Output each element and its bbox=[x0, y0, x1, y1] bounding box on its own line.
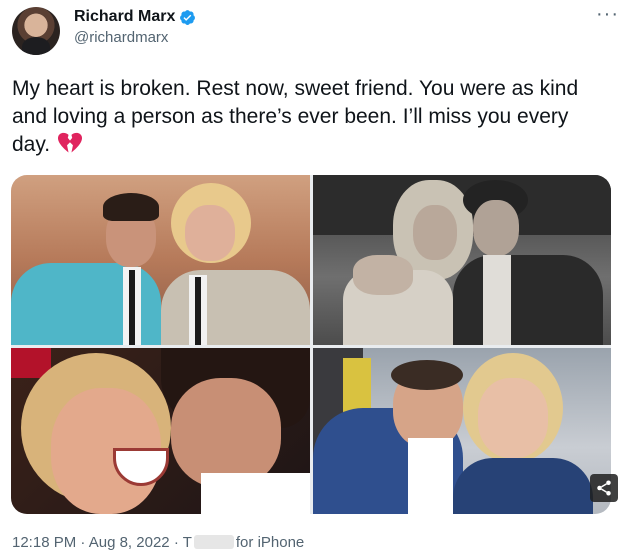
tweet-text: My heart is broken. Rest now, sweet frie… bbox=[12, 75, 612, 159]
verified-badge-icon bbox=[180, 10, 195, 25]
share-icon bbox=[597, 480, 611, 496]
media-grid[interactable] bbox=[11, 175, 611, 514]
more-options-button[interactable]: ··· bbox=[596, 4, 619, 24]
share-button[interactable] bbox=[590, 474, 618, 502]
footer-separator-2: · bbox=[173, 534, 179, 551]
client-name[interactable]: for iPhone bbox=[236, 534, 304, 551]
tweet-date[interactable]: Aug 8, 2022 bbox=[89, 534, 170, 551]
broken-heart-icon bbox=[58, 132, 83, 153]
author-name[interactable]: Richard Marx bbox=[74, 7, 175, 27]
author-handle[interactable]: @richardmarx bbox=[74, 29, 168, 47]
footer-separator: · bbox=[80, 534, 86, 551]
avatar[interactable] bbox=[12, 7, 60, 55]
photo-2[interactable] bbox=[313, 175, 611, 345]
tweet-time[interactable]: 12:18 PM bbox=[12, 534, 76, 551]
redacted-block bbox=[193, 535, 234, 549]
tweet-text-body: My heart is broken. Rest now, sweet frie… bbox=[12, 77, 579, 156]
tweet-footer: 12:18 PM · Aug 8, 2022 · Tfor iPhone bbox=[12, 533, 304, 553]
photo-4[interactable] bbox=[313, 348, 611, 514]
photo-1[interactable] bbox=[11, 175, 310, 345]
client-prefix: T bbox=[182, 534, 192, 551]
photo-3[interactable] bbox=[11, 348, 310, 514]
